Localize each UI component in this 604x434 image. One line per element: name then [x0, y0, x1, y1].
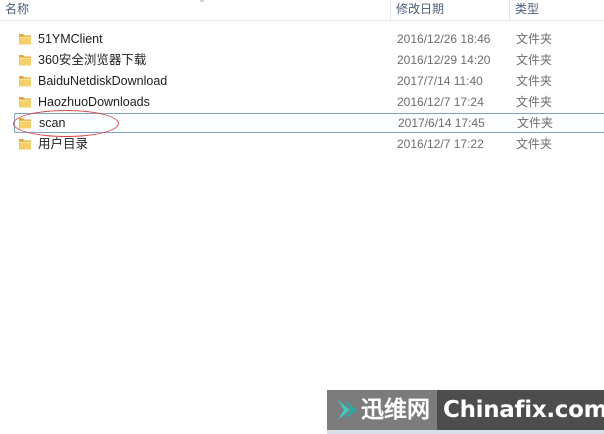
file-row-360-browser-download[interactable]: 360安全浏览器下载 2016/12/29 14:20 文件夹 — [14, 50, 604, 70]
file-name: 51YMClient — [38, 32, 103, 46]
file-type: 文件夹 — [516, 74, 553, 88]
watermark-logo: 迅维网 Chinafix.com — [327, 390, 604, 434]
folder-icon — [19, 76, 31, 87]
folder-icon — [19, 139, 31, 150]
file-type: 文件夹 — [516, 95, 553, 109]
file-row-scan[interactable]: scan 2017/6/14 17:45 文件夹 — [14, 113, 604, 133]
file-type: 文件夹 — [516, 137, 553, 151]
watermark-cn-text: 迅维网 — [361, 397, 430, 423]
file-name: 360安全浏览器下载 — [38, 53, 147, 67]
file-name: scan — [39, 116, 66, 130]
file-type: 文件夹 — [516, 53, 553, 67]
file-row-51ymclient[interactable]: 51YMClient 2016/12/26 18:46 文件夹 — [14, 29, 604, 49]
file-row-baidunetdiskdownload[interactable]: BaiduNetdiskDownload 2017/7/14 11:40 文件夹 — [14, 71, 604, 91]
file-modified-date: 2016/12/7 17:24 — [397, 95, 484, 109]
file-modified-date: 2017/7/14 11:40 — [397, 74, 483, 88]
file-modified-date: 2016/12/7 17:22 — [397, 137, 484, 151]
folder-icon — [19, 97, 31, 108]
file-type: 文件夹 — [516, 32, 553, 46]
file-modified-date: 2017/6/14 17:45 — [398, 116, 485, 130]
column-header-name[interactable]: 名称 — [0, 0, 390, 20]
folder-icon — [19, 118, 31, 129]
watermark-logo-en: Chinafix.com — [437, 390, 604, 430]
file-row-user-directory[interactable]: 用户目录 2016/12/7 17:22 文件夹 — [14, 134, 604, 154]
column-header-bar: 名称 修改日期 类型 — [0, 0, 604, 21]
column-header-type[interactable]: 类型 — [510, 0, 604, 20]
file-modified-date: 2016/12/29 14:20 — [397, 53, 491, 67]
file-modified-date: 2016/12/26 18:46 — [397, 32, 491, 46]
watermark-en-text: Chinafix.com — [443, 397, 604, 423]
file-name: HaozhuoDownloads — [38, 95, 150, 109]
folder-icon — [19, 55, 31, 66]
file-explorer: 名称 修改日期 类型 51YMClient 2016/12/26 18:46 文… — [0, 0, 604, 434]
watermark-logo-cn: 迅维网 — [327, 390, 437, 430]
column-header-modified[interactable]: 修改日期 — [391, 0, 509, 20]
file-name: BaiduNetdiskDownload — [38, 74, 168, 88]
file-type: 文件夹 — [517, 116, 554, 130]
arrow-right-icon — [338, 400, 357, 420]
folder-icon — [19, 34, 31, 45]
file-name: 用户目录 — [38, 137, 89, 151]
file-row-haozhuodownloads[interactable]: HaozhuoDownloads 2016/12/7 17:24 文件夹 — [14, 92, 604, 112]
watermark-underline — [327, 430, 604, 434]
